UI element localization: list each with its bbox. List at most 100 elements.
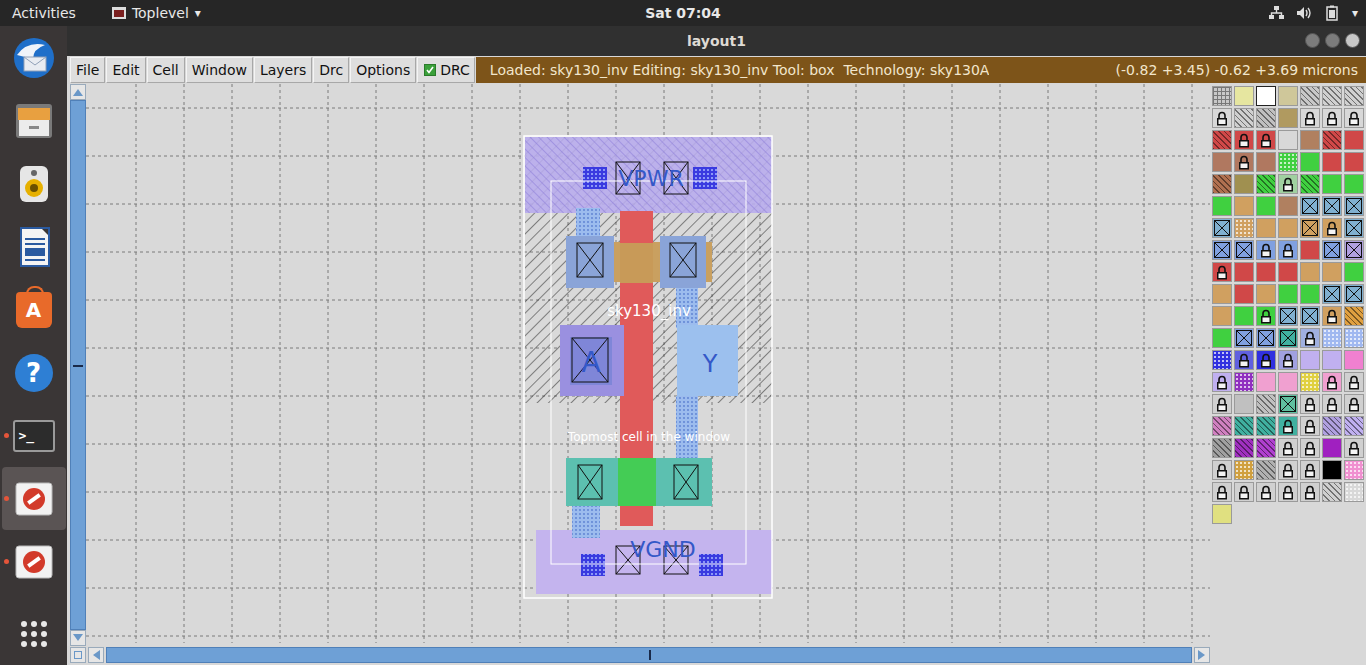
network-icon[interactable] <box>1268 5 1284 21</box>
dock-item[interactable] <box>2 89 66 152</box>
input-pad[interactable] <box>560 325 624 396</box>
layer-swatch[interactable] <box>1344 174 1364 194</box>
minimize-button[interactable] <box>1305 33 1320 48</box>
layer-swatch[interactable] <box>1256 262 1276 282</box>
cell-boundary[interactable] <box>524 136 772 598</box>
layer-swatch[interactable] <box>1344 394 1364 414</box>
layer-swatch[interactable] <box>1212 108 1232 128</box>
layer-swatch[interactable] <box>1344 438 1364 458</box>
layer-swatch[interactable] <box>1234 482 1254 502</box>
layer-swatch[interactable] <box>1300 394 1320 414</box>
layer-swatch[interactable] <box>1344 328 1364 348</box>
layer-swatch[interactable] <box>1212 86 1232 106</box>
layer-swatch[interactable] <box>1234 416 1254 436</box>
layer-swatch[interactable] <box>1278 130 1298 150</box>
layer-swatch[interactable] <box>1212 262 1232 282</box>
layer-swatch[interactable] <box>1300 372 1320 392</box>
layer-swatch[interactable] <box>1234 350 1254 370</box>
layer-swatch[interactable] <box>1256 328 1276 348</box>
layer-swatch[interactable] <box>1256 108 1276 128</box>
layer-swatch[interactable] <box>1234 460 1254 480</box>
layer-swatch[interactable] <box>1278 86 1298 106</box>
layer-swatch[interactable] <box>1234 284 1254 304</box>
layer-swatch[interactable] <box>1278 306 1298 326</box>
layer-swatch[interactable] <box>1322 240 1342 260</box>
layer-swatch[interactable] <box>1300 240 1320 260</box>
layer-swatch[interactable] <box>1344 218 1364 238</box>
app-menu[interactable]: Toplevel▾ <box>112 5 201 21</box>
layout-drawing[interactable]: VPWRsky130_invAYTopmost cell in the wind… <box>86 84 1210 643</box>
menu-button[interactable]: Edit <box>106 57 145 83</box>
layer-swatch[interactable] <box>1256 438 1276 458</box>
menu-button[interactable]: Window <box>186 57 253 83</box>
maximize-button[interactable] <box>1325 33 1340 48</box>
layer-swatch[interactable] <box>1344 460 1364 480</box>
dock-item[interactable] <box>2 215 66 278</box>
layer-swatch[interactable] <box>1322 438 1342 458</box>
output-pad[interactable] <box>677 325 738 396</box>
layer-swatch[interactable] <box>1300 350 1320 370</box>
dock-item[interactable] <box>2 152 66 215</box>
dock-item[interactable] <box>2 467 66 530</box>
layer-swatch[interactable] <box>1256 240 1276 260</box>
layer-swatch[interactable] <box>1344 108 1364 128</box>
close-button[interactable] <box>1345 33 1360 48</box>
layer-swatch[interactable] <box>1212 130 1232 150</box>
layer-swatch[interactable] <box>1212 482 1232 502</box>
contact[interactable] <box>670 243 696 277</box>
layer-swatch[interactable] <box>1212 460 1232 480</box>
layer-swatch[interactable] <box>1300 108 1320 128</box>
layer-swatch[interactable] <box>1256 394 1276 414</box>
layer-swatch[interactable] <box>1322 130 1342 150</box>
layer-swatch[interactable] <box>1278 460 1298 480</box>
vertical-scrollbar[interactable] <box>70 84 86 646</box>
layer-swatch[interactable] <box>1212 372 1232 392</box>
layer-swatch[interactable] <box>1344 372 1364 392</box>
scroll-up-button[interactable] <box>70 84 86 100</box>
layer-swatch[interactable] <box>1278 284 1298 304</box>
clock[interactable]: Sat 07:04 <box>645 5 721 21</box>
contact[interactable] <box>578 465 602 499</box>
scroll-thumb[interactable] <box>106 647 1192 663</box>
layer-swatch[interactable] <box>1256 86 1276 106</box>
menu-button[interactable]: Layers <box>254 57 312 83</box>
layer-swatch[interactable] <box>1300 152 1320 172</box>
layer-swatch[interactable] <box>1212 196 1232 216</box>
layer-swatch[interactable] <box>1212 174 1232 194</box>
layer-swatch[interactable] <box>1234 152 1254 172</box>
layer-swatch[interactable] <box>1234 306 1254 326</box>
layer-swatch[interactable] <box>1256 130 1276 150</box>
scroll-right-button[interactable] <box>1194 647 1210 663</box>
layer-swatch[interactable] <box>1278 152 1298 172</box>
dock-item[interactable] <box>2 530 66 593</box>
layer-swatch[interactable] <box>1278 108 1298 128</box>
layer-swatch[interactable] <box>1212 350 1232 370</box>
contact[interactable] <box>577 243 603 277</box>
layer-swatch[interactable] <box>1212 152 1232 172</box>
layer-swatch[interactable] <box>1256 174 1276 194</box>
dock-item[interactable] <box>2 26 66 89</box>
layer-swatch[interactable] <box>1322 350 1342 370</box>
layer-swatch[interactable] <box>1344 284 1364 304</box>
layer-swatch[interactable] <box>1212 218 1232 238</box>
layer-swatch[interactable] <box>1256 416 1276 436</box>
layer-swatch[interactable] <box>1278 328 1298 348</box>
layer-swatch[interactable] <box>1234 174 1254 194</box>
layer-swatch[interactable] <box>1278 438 1298 458</box>
layer-swatch[interactable] <box>1234 240 1254 260</box>
dock-item[interactable]: A <box>2 278 66 341</box>
layer-swatch[interactable] <box>1322 284 1342 304</box>
layer-swatch[interactable] <box>1344 152 1364 172</box>
layer-swatch[interactable] <box>1256 284 1276 304</box>
scroll-left-button[interactable] <box>88 647 104 663</box>
layer-swatch[interactable] <box>1256 218 1276 238</box>
layer-swatch[interactable] <box>1234 438 1254 458</box>
layer-swatch[interactable] <box>1256 372 1276 392</box>
layer-swatch[interactable] <box>1300 416 1320 436</box>
power-rail[interactable] <box>525 137 772 213</box>
menu-button[interactable]: Options <box>350 57 416 83</box>
layout-canvas[interactable]: VPWRsky130_invAYTopmost cell in the wind… <box>86 84 1210 646</box>
layer-swatch[interactable] <box>1322 108 1342 128</box>
layer-swatch[interactable] <box>1322 416 1342 436</box>
layer-swatch[interactable] <box>1234 86 1254 106</box>
